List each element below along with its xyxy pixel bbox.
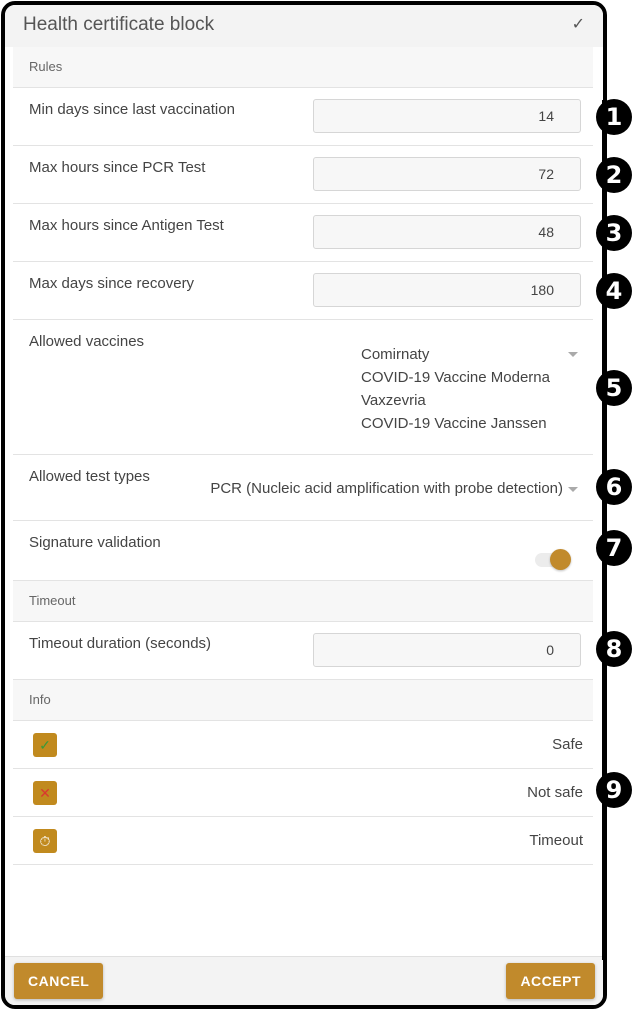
allowed-test-types-label: Allowed test types bbox=[29, 468, 150, 485]
section-rules: Rules bbox=[13, 47, 593, 88]
max-days-recovery-input[interactable]: 180 bbox=[313, 273, 581, 307]
info-row-timeout: ⏱ Timeout bbox=[13, 817, 593, 865]
callout-badge: 4 bbox=[596, 273, 632, 309]
min-days-vaccination-input[interactable]: 14 bbox=[313, 99, 581, 133]
allowed-vaccines-label: Allowed vaccines bbox=[29, 333, 145, 350]
row-max-days-recovery: Max days since recovery 180 bbox=[13, 262, 593, 320]
max-hours-pcr-input[interactable]: 72 bbox=[313, 157, 581, 191]
info-label: Safe bbox=[552, 736, 583, 753]
max-days-recovery-label: Max days since recovery bbox=[29, 275, 195, 292]
min-days-vaccination-label: Min days since last vaccination bbox=[29, 101, 235, 118]
max-hours-pcr-label: Max hours since PCR Test bbox=[29, 159, 206, 176]
close-icon: ✕ bbox=[33, 781, 57, 805]
checkmark-icon: ✓ bbox=[33, 733, 57, 757]
callout-badge: 5 bbox=[596, 370, 632, 406]
dialog-header: Health certificate block ✓ bbox=[5, 5, 603, 47]
dialog-footer: CANCEL ACCEPT bbox=[5, 956, 603, 1005]
timeout-duration-label: Timeout duration (seconds) bbox=[29, 635, 212, 652]
callout-badge: 8 bbox=[596, 631, 632, 667]
row-max-hours-antigen: Max hours since Antigen Test 48 bbox=[13, 204, 593, 262]
signature-validation-label: Signature validation bbox=[29, 534, 161, 551]
callout-badge: 6 bbox=[596, 469, 632, 505]
callout-badge: 3 bbox=[596, 215, 632, 251]
vaccine-option: COVID-19 Vaccine Janssen bbox=[361, 415, 547, 432]
dialog-title: Health certificate block bbox=[23, 14, 215, 35]
health-certificate-dialog: Health certificate block ✓ Rules Min day… bbox=[1, 1, 607, 1009]
chevron-down-icon[interactable] bbox=[568, 487, 578, 492]
info-row-safe: ✓ Safe bbox=[13, 721, 593, 769]
cancel-button[interactable]: CANCEL bbox=[14, 963, 104, 999]
info-label: Timeout bbox=[529, 832, 583, 849]
callout-badge: 2 bbox=[596, 157, 632, 193]
timeout-duration-input[interactable]: 0 bbox=[313, 633, 581, 667]
section-info: Info bbox=[13, 680, 593, 721]
callout-badge: 9 bbox=[596, 772, 632, 808]
vaccine-option: Comirnaty bbox=[361, 346, 430, 363]
row-signature-validation: Signature validation bbox=[13, 521, 593, 581]
checkmark-icon[interactable]: ✓ bbox=[572, 14, 585, 34]
accept-button[interactable]: ACCEPT bbox=[506, 963, 595, 999]
row-min-days-vaccination: Min days since last vaccination 14 bbox=[13, 88, 593, 146]
allowed-test-types-select[interactable]: PCR (Nucleic acid amplification with pro… bbox=[210, 480, 563, 497]
max-hours-antigen-label: Max hours since Antigen Test bbox=[29, 217, 224, 234]
row-timeout-duration: Timeout duration (seconds) 0 bbox=[13, 622, 593, 680]
allowed-vaccines-select[interactable]: Comirnaty COVID-19 Vaccine Moderna Vaxze… bbox=[361, 343, 550, 435]
row-allowed-vaccines: Allowed vaccines Comirnaty COVID-19 Vacc… bbox=[13, 320, 593, 455]
stopwatch-icon: ⏱ bbox=[33, 829, 57, 853]
dialog-content: Rules Min days since last vaccination 14… bbox=[13, 47, 593, 865]
callout-badge: 7 bbox=[596, 530, 632, 566]
info-label: Not safe bbox=[527, 784, 583, 801]
callout-badge: 1 bbox=[596, 99, 632, 135]
info-row-not-safe: ✕ Not safe bbox=[13, 769, 593, 817]
vaccine-option: COVID-19 Vaccine Moderna bbox=[361, 369, 550, 386]
row-max-hours-pcr: Max hours since PCR Test 72 bbox=[13, 146, 593, 204]
section-timeout: Timeout bbox=[13, 581, 593, 622]
row-allowed-test-types: Allowed test types PCR (Nucleic acid amp… bbox=[13, 455, 593, 521]
toggle-knob[interactable] bbox=[550, 549, 571, 570]
chevron-down-icon[interactable] bbox=[568, 352, 578, 357]
vaccine-option: Vaxzevria bbox=[361, 392, 426, 409]
max-hours-antigen-input[interactable]: 48 bbox=[313, 215, 581, 249]
